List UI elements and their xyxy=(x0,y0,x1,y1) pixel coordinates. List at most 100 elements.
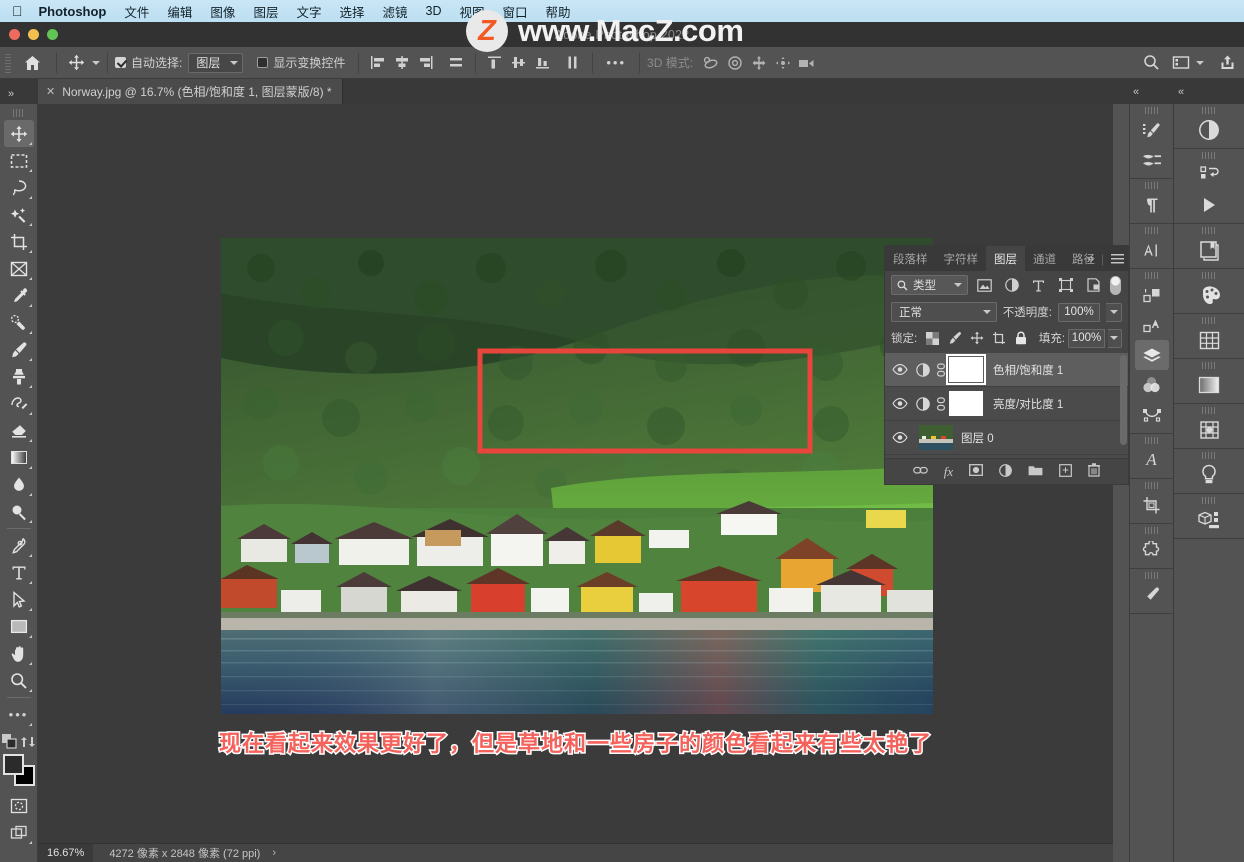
status-expand-arrow-icon[interactable]: › xyxy=(260,847,276,859)
show-transform-controls-option[interactable]: 显示变换控件 xyxy=(257,52,351,74)
shape-filter-icon[interactable] xyxy=(1055,275,1076,295)
link-layers-icon[interactable] xyxy=(912,465,928,479)
adjustment-filter-icon[interactable] xyxy=(1001,275,1022,295)
new-layer-icon[interactable] xyxy=(1059,463,1073,480)
rectangular-marquee-tool[interactable] xyxy=(4,147,34,174)
lock-transparent-pixels-icon[interactable] xyxy=(923,328,942,348)
apple-icon[interactable]:  xyxy=(12,4,23,18)
search-icon[interactable] xyxy=(1136,52,1166,74)
swatches-icon[interactable] xyxy=(1192,280,1226,310)
dodge-tool[interactable] xyxy=(4,498,34,525)
align-horizontal-centers-icon[interactable] xyxy=(390,52,414,74)
menu-item-select[interactable]: 选择 xyxy=(339,2,364,21)
share-icon[interactable] xyxy=(1210,52,1244,74)
layer-mask-thumbnail[interactable] xyxy=(946,354,986,385)
swap-colors-icon[interactable] xyxy=(21,735,35,752)
layers-panel-icon[interactable] xyxy=(1134,340,1169,370)
brush-preset-icon[interactable] xyxy=(1135,580,1169,610)
menu-app-name[interactable]: Photoshop xyxy=(39,4,107,19)
tab-paragraph-styles[interactable]: 段落样 xyxy=(885,246,936,271)
eyedropper-tool[interactable] xyxy=(4,282,34,309)
align-vertical-centers-icon[interactable] xyxy=(507,52,531,74)
patterns-icon[interactable] xyxy=(1192,325,1226,355)
channels-icon[interactable] xyxy=(1135,370,1169,400)
brush-settings-icon[interactable] xyxy=(1135,145,1169,175)
lock-all-icon[interactable] xyxy=(1012,328,1031,348)
paragraph-icon[interactable] xyxy=(1135,190,1169,220)
align-top-edges-icon[interactable] xyxy=(483,52,507,74)
table-row[interactable]: 图层 0 xyxy=(885,421,1128,455)
pan-3d-icon[interactable] xyxy=(747,52,771,74)
character-icon[interactable] xyxy=(1135,235,1169,265)
type-tool[interactable] xyxy=(4,559,34,586)
brushes-icon[interactable] xyxy=(1135,115,1169,145)
fill-stepper[interactable] xyxy=(1107,328,1122,348)
tool-preset-chevron-down-icon[interactable] xyxy=(92,60,100,65)
layers-list[interactable]: 色相/饱和度 1 亮度/对比度 1 图层 0 xyxy=(885,353,1128,458)
layer-filter-type-dropdown[interactable]: 类型 xyxy=(891,275,969,295)
tools-collapse-icon[interactable]: » xyxy=(8,88,14,100)
color-swatches[interactable] xyxy=(2,754,35,786)
layer-visibility-toggle[interactable] xyxy=(887,432,913,443)
lock-position-icon[interactable] xyxy=(967,328,986,348)
object-selection-tool[interactable] xyxy=(4,201,34,228)
tab-layers[interactable]: 图层 xyxy=(986,246,1025,271)
roll-3d-icon[interactable] xyxy=(723,52,747,74)
workspace-chevron-down-icon[interactable] xyxy=(1196,60,1204,65)
document-tab[interactable]: ✕ Norway.jpg @ 16.7% (色相/饱和度 1, 图层蒙版/8) … xyxy=(38,79,343,104)
gradient-tool[interactable] xyxy=(4,444,34,471)
more-options-button[interactable]: ••• xyxy=(600,55,632,70)
quick-mask-icon[interactable] xyxy=(4,792,34,819)
actions-icon[interactable] xyxy=(1192,160,1226,190)
align-left-edges-icon[interactable] xyxy=(366,52,390,74)
lock-image-pixels-icon[interactable] xyxy=(945,328,964,348)
slide-3d-icon[interactable] xyxy=(771,52,795,74)
opacity-value[interactable]: 100% xyxy=(1058,302,1100,322)
layer-visibility-toggle[interactable] xyxy=(887,364,913,375)
menu-item-3d[interactable]: 3D xyxy=(426,4,442,18)
spot-healing-brush-tool[interactable] xyxy=(4,309,34,336)
layer-name[interactable]: 图层 0 xyxy=(961,430,994,446)
layer-style-icon[interactable]: fx xyxy=(944,464,953,480)
tools-panel-grip[interactable] xyxy=(12,109,25,117)
new-group-icon[interactable] xyxy=(1028,464,1043,479)
fill-value[interactable]: 100% xyxy=(1068,328,1105,348)
crop-tool[interactable] xyxy=(4,228,34,255)
layer-mask-thumbnail[interactable] xyxy=(949,391,983,416)
menu-item-help[interactable]: 帮助 xyxy=(546,2,571,21)
zoom-level[interactable]: 16.67% xyxy=(38,843,94,862)
lock-artboard-icon[interactable] xyxy=(990,328,1009,348)
panel-overflow-icon[interactable]: » xyxy=(1087,251,1094,266)
document-image[interactable] xyxy=(221,238,933,714)
align-bottom-edges-icon[interactable] xyxy=(531,52,555,74)
layers-comp-icon[interactable] xyxy=(1135,280,1169,310)
delete-layer-icon[interactable] xyxy=(1088,463,1101,480)
layer-name[interactable]: 色相/饱和度 1 xyxy=(993,362,1063,378)
play-icon[interactable] xyxy=(1192,190,1226,220)
rectangle-tool[interactable] xyxy=(4,613,34,640)
lasso-tool[interactable] xyxy=(4,174,34,201)
home-icon[interactable] xyxy=(15,52,49,74)
zoom-tool[interactable] xyxy=(4,667,34,694)
menu-item-view[interactable]: 视图 xyxy=(459,2,484,21)
workspace-icon[interactable] xyxy=(1166,52,1196,74)
panel-menu-icon[interactable] xyxy=(1111,253,1124,264)
glyphs-icon[interactable] xyxy=(1135,310,1169,340)
blur-tool[interactable] xyxy=(4,471,34,498)
layers-scrollbar[interactable] xyxy=(1120,355,1127,445)
distribute-vertically-icon[interactable] xyxy=(561,52,585,74)
gradients-icon[interactable] xyxy=(1192,370,1226,400)
link-mask-icon[interactable] xyxy=(933,396,949,411)
pixel-filter-icon[interactable] xyxy=(974,275,995,295)
3d-icon[interactable] xyxy=(1192,505,1226,535)
shapes-icon[interactable] xyxy=(1192,415,1226,445)
menu-item-edit[interactable]: 编辑 xyxy=(167,2,192,21)
table-row[interactable]: 色相/饱和度 1 xyxy=(885,353,1128,387)
adjustments-icon[interactable] xyxy=(1192,115,1226,145)
table-row[interactable]: 亮度/对比度 1 xyxy=(885,387,1128,421)
menu-item-layer[interactable]: 图层 xyxy=(253,2,278,21)
link-mask-icon[interactable] xyxy=(933,362,949,377)
auto-select-checkbox[interactable] xyxy=(115,57,126,68)
auto-select-option[interactable]: 自动选择: 图层 xyxy=(115,52,244,74)
opacity-stepper[interactable] xyxy=(1106,302,1122,322)
